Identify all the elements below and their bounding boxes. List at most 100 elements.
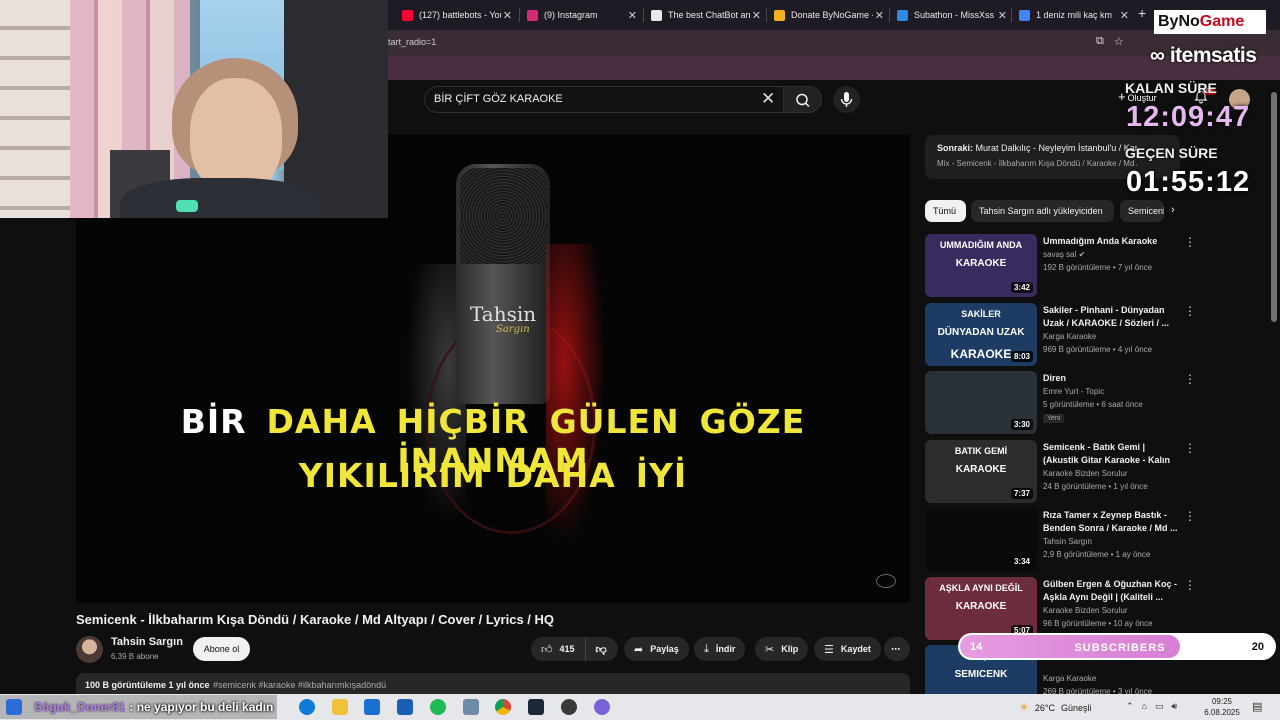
voice-search-button[interactable]	[833, 86, 860, 113]
more-vertical-icon[interactable]: ⋮	[1184, 441, 1196, 455]
browser-tab[interactable]: (127) battlebots - You ✕	[396, 3, 516, 27]
subscribe-button[interactable]: Abone ol	[193, 637, 250, 661]
rec-thumbnail[interactable]: AŞKLA AYNI DEĞİL KARAOKE 5:07	[925, 577, 1037, 640]
page-scrollbar[interactable]	[1271, 92, 1277, 322]
tray-chevron-icon[interactable]: ⌃	[1126, 701, 1134, 712]
rec-title[interactable]: Ummadığım Anda Karaoke	[1043, 235, 1178, 248]
bookmark-star-icon[interactable]: ☆	[1114, 35, 1124, 48]
clip-label: Klip	[781, 644, 799, 654]
obs-icon[interactable]	[561, 699, 577, 715]
volume-icon[interactable]: 🔊︎	[1172, 701, 1178, 712]
chip-uploader[interactable]: Tahsin Sargın adlı yükleyiciden	[971, 200, 1114, 222]
start-windows-icon[interactable]	[6, 699, 22, 715]
dislike-button[interactable]: 👎︎	[586, 637, 617, 661]
browser-tab[interactable]: Donate ByNoGame - ✕	[768, 3, 888, 27]
file-explorer-icon[interactable]	[332, 699, 348, 715]
steam-icon[interactable]	[528, 699, 544, 715]
like-dislike-group: 👍︎ 415 👎︎	[531, 637, 618, 661]
channel-avatar[interactable]	[76, 636, 103, 663]
tab-favicon-icon	[527, 9, 538, 21]
rec-meta: 96 B görüntüleme • 10 ay önce	[1043, 619, 1153, 628]
rec-thumbnail[interactable]: 3:30	[925, 371, 1037, 434]
clock-date: 6.08.2025	[1204, 708, 1240, 717]
rec-title[interactable]: Diren	[1043, 372, 1178, 385]
microphone-icon	[840, 92, 853, 107]
share-button[interactable]: ➦ Paylaş	[624, 637, 689, 661]
search-input-value: BİR ÇİFT GÖZ KARAOKE	[434, 93, 563, 105]
tab-separator	[519, 8, 520, 22]
notification-center-icon[interactable]: ▤	[1252, 700, 1262, 713]
subscriber-current: 14	[970, 641, 983, 653]
chat-user: Söguk_Doner81	[34, 700, 126, 714]
itemsatis-logo: ∞ itemsatis	[1150, 44, 1257, 68]
chrome-icon[interactable]	[495, 699, 511, 715]
rec-title[interactable]: Semicenk - Batık Gemi | (Akustik Gitar K…	[1043, 441, 1178, 467]
download-label: İndir	[715, 644, 736, 654]
rec-channel: Tahsin Sargın	[1043, 537, 1092, 546]
browser-tab[interactable]: Subathon - MissXss - ✕	[891, 3, 1011, 27]
search-button[interactable]	[783, 86, 822, 113]
outlook-icon[interactable]	[397, 699, 413, 715]
channel-name[interactable]: Tahsin Sargın	[111, 636, 183, 648]
rec-thumbnail[interactable]: 3:34	[925, 508, 1037, 571]
spotify-icon[interactable]	[430, 699, 446, 715]
save-button[interactable]: ☰ Kaydet	[814, 637, 881, 661]
more-vertical-icon[interactable]: ⋮	[1184, 304, 1196, 318]
elapsed-time-label: GEÇEN SÜRE	[1125, 145, 1218, 161]
chevron-right-icon[interactable]: ›	[1171, 204, 1175, 216]
lyric-word: GÖZE	[699, 402, 806, 441]
download-button[interactable]: ⤓ İndir	[694, 637, 746, 661]
close-tab-icon[interactable]: ✕	[1120, 9, 1129, 22]
network-icon[interactable]: ⌂	[1142, 701, 1147, 712]
close-tab-icon[interactable]: ✕	[752, 9, 761, 22]
rec-thumbnail[interactable]: SAKİLER DÜNYADAN UZAK KARAOKE 8:03	[925, 303, 1037, 366]
channel-watermark-icon	[876, 574, 896, 588]
rec-thumbnail[interactable]: BATIK GEMİ KARAOKE 7:37	[925, 440, 1037, 503]
rec-title[interactable]: Rıza Tamer x Zeynep Bastık - Benden Sonr…	[1043, 509, 1178, 535]
discord-icon[interactable]	[594, 699, 610, 715]
clip-button[interactable]: ✂ Klip	[755, 637, 809, 661]
close-tab-icon[interactable]: ✕	[998, 9, 1007, 22]
clear-search-icon[interactable]: ✕	[761, 89, 775, 109]
close-tab-icon[interactable]: ✕	[503, 9, 512, 22]
like-button[interactable]: 👍︎ 415	[531, 637, 586, 661]
edge-icon[interactable]	[299, 699, 315, 715]
address-bar-icons: ⧉ ☆	[1096, 35, 1124, 48]
app-icon[interactable]	[463, 699, 479, 715]
rec-meta: 192 B görüntüleme • 7 yıl önce	[1043, 263, 1153, 272]
more-horizontal-icon: ⋯	[891, 643, 900, 654]
close-tab-icon[interactable]: ✕	[875, 9, 884, 22]
weather-widget[interactable]: ☀ 26°C Güneşli	[1019, 701, 1092, 714]
browser-tab[interactable]: The best ChatBot and ✕	[645, 3, 765, 27]
microphone-grille	[460, 168, 546, 264]
battery-icon[interactable]: ▭	[1155, 701, 1164, 712]
weather-desc: Güneşli	[1060, 702, 1092, 713]
up-next-prefix: Sonraki:	[937, 143, 974, 153]
chip-semicenk[interactable]: Semicenk	[1120, 200, 1164, 222]
rec-title[interactable]: Sakiler - Pinhani - Dünyadan Uzak / KARA…	[1043, 304, 1178, 330]
tab-separator	[766, 8, 767, 22]
clock-time: 09:25	[1211, 697, 1233, 706]
video-title: Semicenk - İlkbaharım Kışa Döndü / Karao…	[76, 612, 555, 627]
store-icon[interactable]	[364, 699, 380, 715]
more-actions-button[interactable]: ⋯	[884, 637, 910, 661]
more-vertical-icon[interactable]: ⋮	[1184, 578, 1196, 592]
browser-tab[interactable]: (9) Instagram ✕	[521, 3, 641, 27]
more-vertical-icon[interactable]: ⋮	[1184, 235, 1196, 249]
rec-channel: Karga Karaoke	[1043, 332, 1097, 341]
more-vertical-icon[interactable]: ⋮	[1184, 509, 1196, 523]
more-vertical-icon[interactable]: ⋮	[1184, 372, 1196, 386]
close-tab-icon[interactable]: ✕	[628, 9, 637, 22]
description-hashtags[interactable]: #semicenk #karaoke #ilkbaharımkışadöndü	[213, 680, 386, 690]
rec-title[interactable]: Gülben Ergen & Oğuzhan Koç - Aşkla Aynı …	[1043, 578, 1178, 604]
new-tab-button[interactable]: +	[1138, 5, 1146, 21]
install-icon[interactable]: ⧉	[1096, 35, 1104, 48]
taskbar-clock[interactable]: 09:25 6.08.2025	[1204, 696, 1240, 718]
webcam-bookshelf	[0, 0, 70, 218]
chip-all[interactable]: Tümü	[925, 200, 966, 222]
rec-thumbnail[interactable]: UMMADIĞIM ANDA KARAOKE 3:42	[925, 234, 1037, 297]
tab-separator	[643, 8, 644, 22]
like-count: 415	[559, 644, 575, 654]
browser-tab[interactable]: 1 deniz mili kaç km ✕	[1013, 3, 1133, 27]
tab-label: 1 deniz mili kaç km	[1036, 10, 1113, 20]
